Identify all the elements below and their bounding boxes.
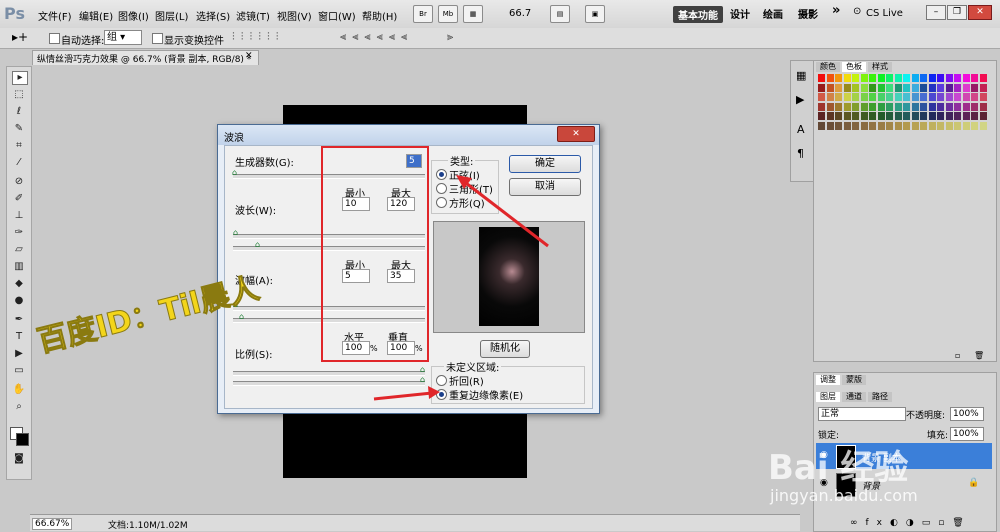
watermark-baidu-url: jingyan.baidu.com bbox=[770, 486, 918, 505]
arrow-to-repeat-edge bbox=[373, 391, 433, 401]
watermark-baidu-logo: Bai 经验 bbox=[768, 448, 909, 488]
arrow-to-sine bbox=[461, 178, 549, 248]
arrow-to-repeat-edge-head bbox=[428, 386, 440, 399]
